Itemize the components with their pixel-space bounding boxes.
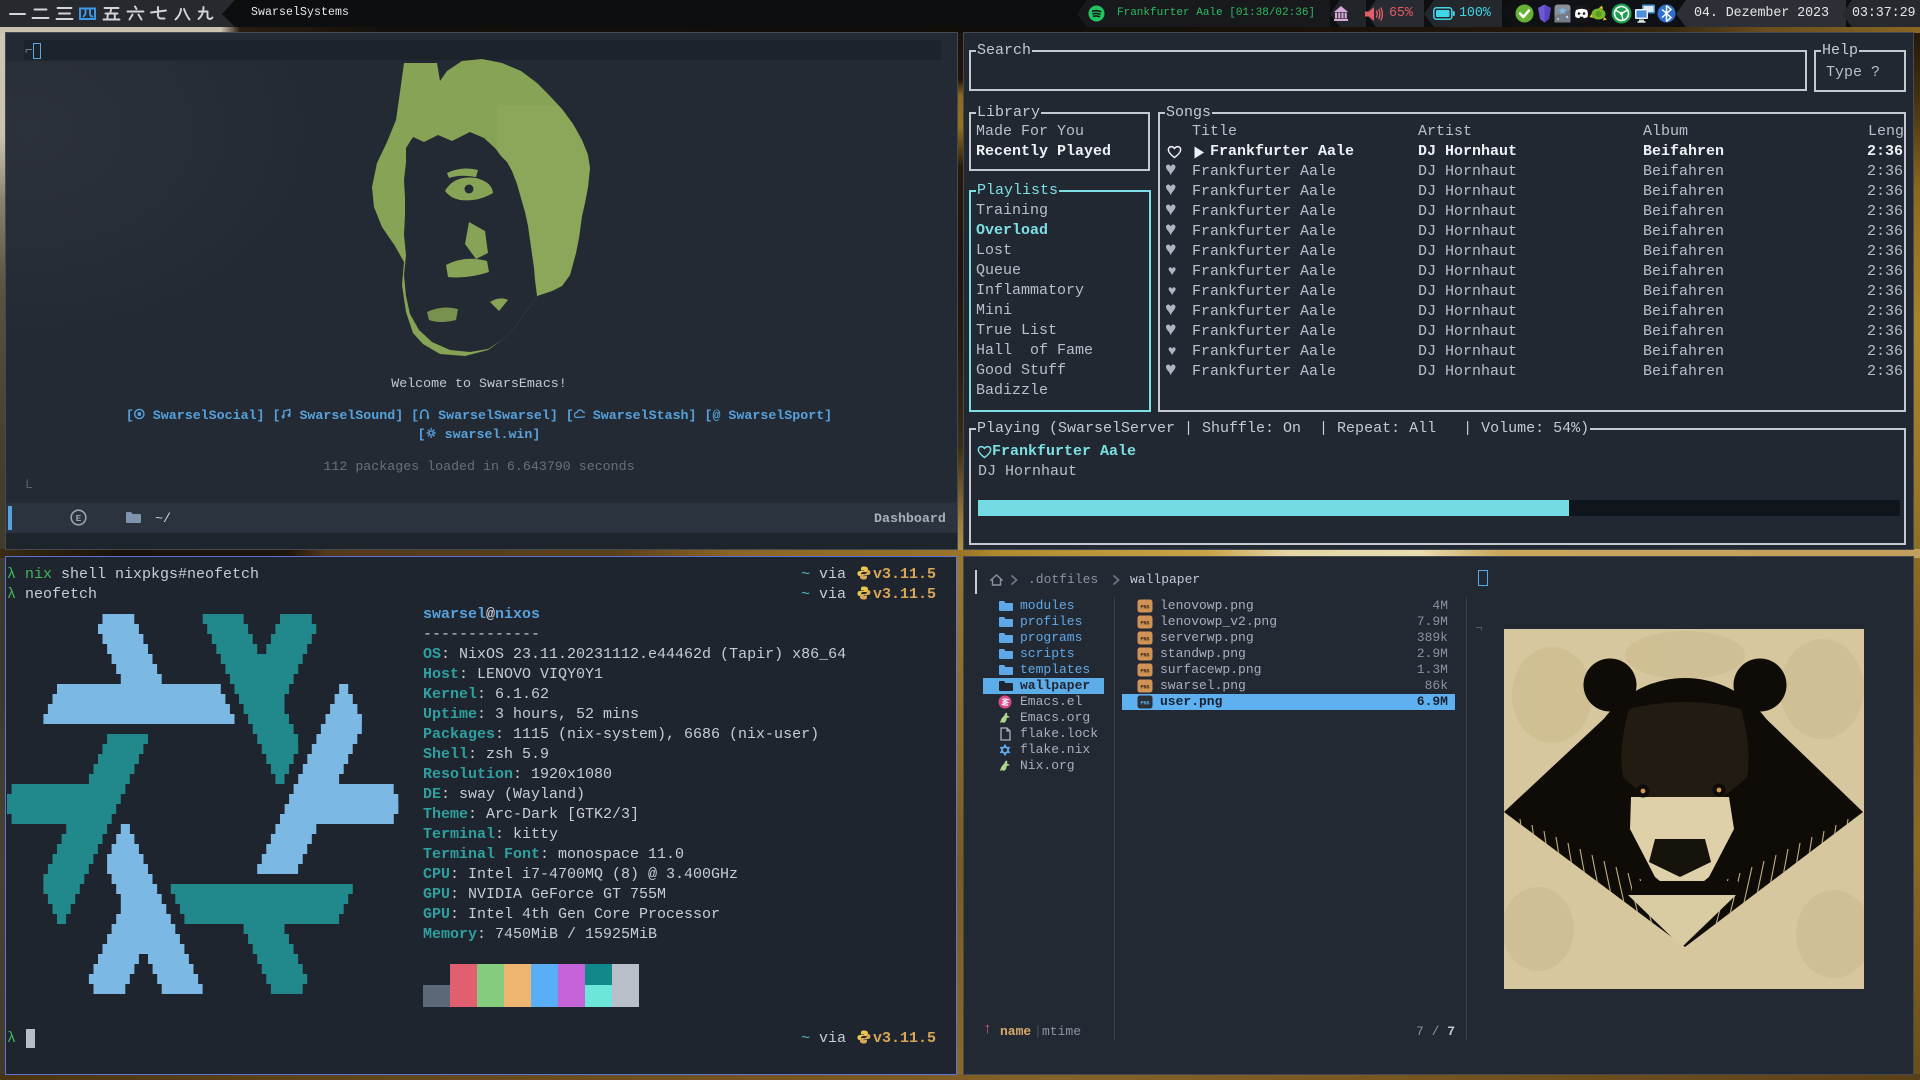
svg-text:PNG: PNG — [1140, 701, 1149, 707]
svg-text:PNG: PNG — [1140, 669, 1149, 675]
svg-text:PNG: PNG — [1140, 637, 1149, 643]
svg-text:PNG: PNG — [1140, 685, 1149, 691]
svg-text:PNG: PNG — [1140, 621, 1149, 627]
svg-text:PNG: PNG — [1140, 653, 1149, 659]
svg-text:E: E — [76, 513, 82, 524]
svg-text:PNG: PNG — [1140, 605, 1149, 611]
